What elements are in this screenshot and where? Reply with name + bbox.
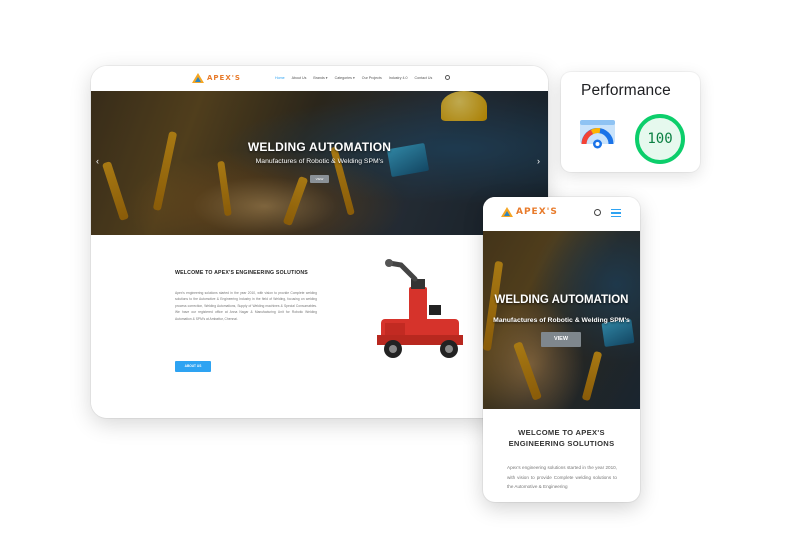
- welding-robot-image: [377, 259, 463, 358]
- desktop-header: APEX'S Home About Us Brands ▾ Categories…: [91, 66, 548, 91]
- mobile-hero-view-button[interactable]: VIEW: [541, 332, 581, 347]
- logo-triangle-icon: [192, 73, 204, 83]
- mobile-welcome-section: WELCOME TO APEX'S ENGINEERING SOLUTIONS …: [483, 409, 640, 502]
- nav-item-industry[interactable]: Industry 4.0: [389, 76, 408, 80]
- stage: APEX'S Home About Us Brands ▾ Categories…: [0, 0, 787, 556]
- logo-text: APEX'S: [516, 207, 558, 217]
- welcome-paragraph: Apex's engineering solutions started in …: [175, 291, 317, 321]
- search-icon[interactable]: [594, 209, 601, 216]
- mobile-welcome-heading-line2: ENGINEERING SOLUTIONS: [508, 439, 615, 448]
- hero-subtitle: Manufactures of Robotic & Welding SPM's: [255, 158, 384, 165]
- mobile-hero-slider: WELDING AUTOMATION Manufactures of Robot…: [483, 231, 640, 409]
- mobile-logo[interactable]: APEX'S: [501, 207, 558, 217]
- desktop-hero-slider: ‹ › WELDING AUTOMATION Manufactures of R…: [91, 91, 548, 235]
- nav-item-projects[interactable]: Our Projects: [362, 76, 382, 80]
- nav-item-home[interactable]: Home: [275, 76, 285, 80]
- mobile-hero-title: WELDING AUTOMATION: [494, 294, 629, 306]
- mobile-mockup: APEX'S WELDING AUTOMATION Manufactures o…: [483, 197, 640, 502]
- mobile-welcome-heading-line1: WELCOME TO APEX'S: [518, 428, 605, 437]
- hero-view-button[interactable]: VIEW: [310, 175, 329, 183]
- performance-score-badge: 100: [635, 114, 685, 164]
- nav-item-brands[interactable]: Brands ▾: [313, 76, 327, 80]
- logo-triangle-icon: [501, 207, 513, 217]
- search-icon[interactable]: [445, 75, 450, 80]
- about-us-button[interactable]: ABOUT US: [175, 361, 211, 372]
- pagespeed-gauge-icon: [580, 120, 615, 149]
- mobile-welcome-heading: WELCOME TO APEX'S ENGINEERING SOLUTIONS: [483, 427, 640, 449]
- hamburger-menu-icon[interactable]: [611, 209, 621, 219]
- welcome-heading: WELCOME TO APEX'S ENGINEERING SOLUTIONS: [175, 270, 308, 276]
- performance-card: Performance 100: [561, 72, 700, 172]
- nav-item-contact[interactable]: Contact Us: [415, 76, 433, 80]
- mobile-header: APEX'S: [483, 197, 640, 231]
- mobile-hero-subtitle: Manufactures of Robotic & Welding SPM's: [493, 317, 630, 324]
- desktop-welcome-section: WELCOME TO APEX'S ENGINEERING SOLUTIONS …: [91, 235, 548, 418]
- desktop-logo[interactable]: APEX'S: [192, 73, 241, 83]
- logo-text: APEX'S: [207, 74, 241, 82]
- desktop-mockup: APEX'S Home About Us Brands ▾ Categories…: [91, 66, 548, 418]
- hero-title: WELDING AUTOMATION: [247, 140, 392, 154]
- nav-item-about[interactable]: About Us: [292, 76, 307, 80]
- performance-title: Performance: [581, 82, 671, 99]
- nav-item-categories[interactable]: Categories ▾: [335, 76, 355, 80]
- desktop-nav-menu: Home About Us Brands ▾ Categories ▾ Our …: [275, 76, 432, 80]
- mobile-welcome-paragraph: Apex's engineering solutions started in …: [507, 465, 617, 489]
